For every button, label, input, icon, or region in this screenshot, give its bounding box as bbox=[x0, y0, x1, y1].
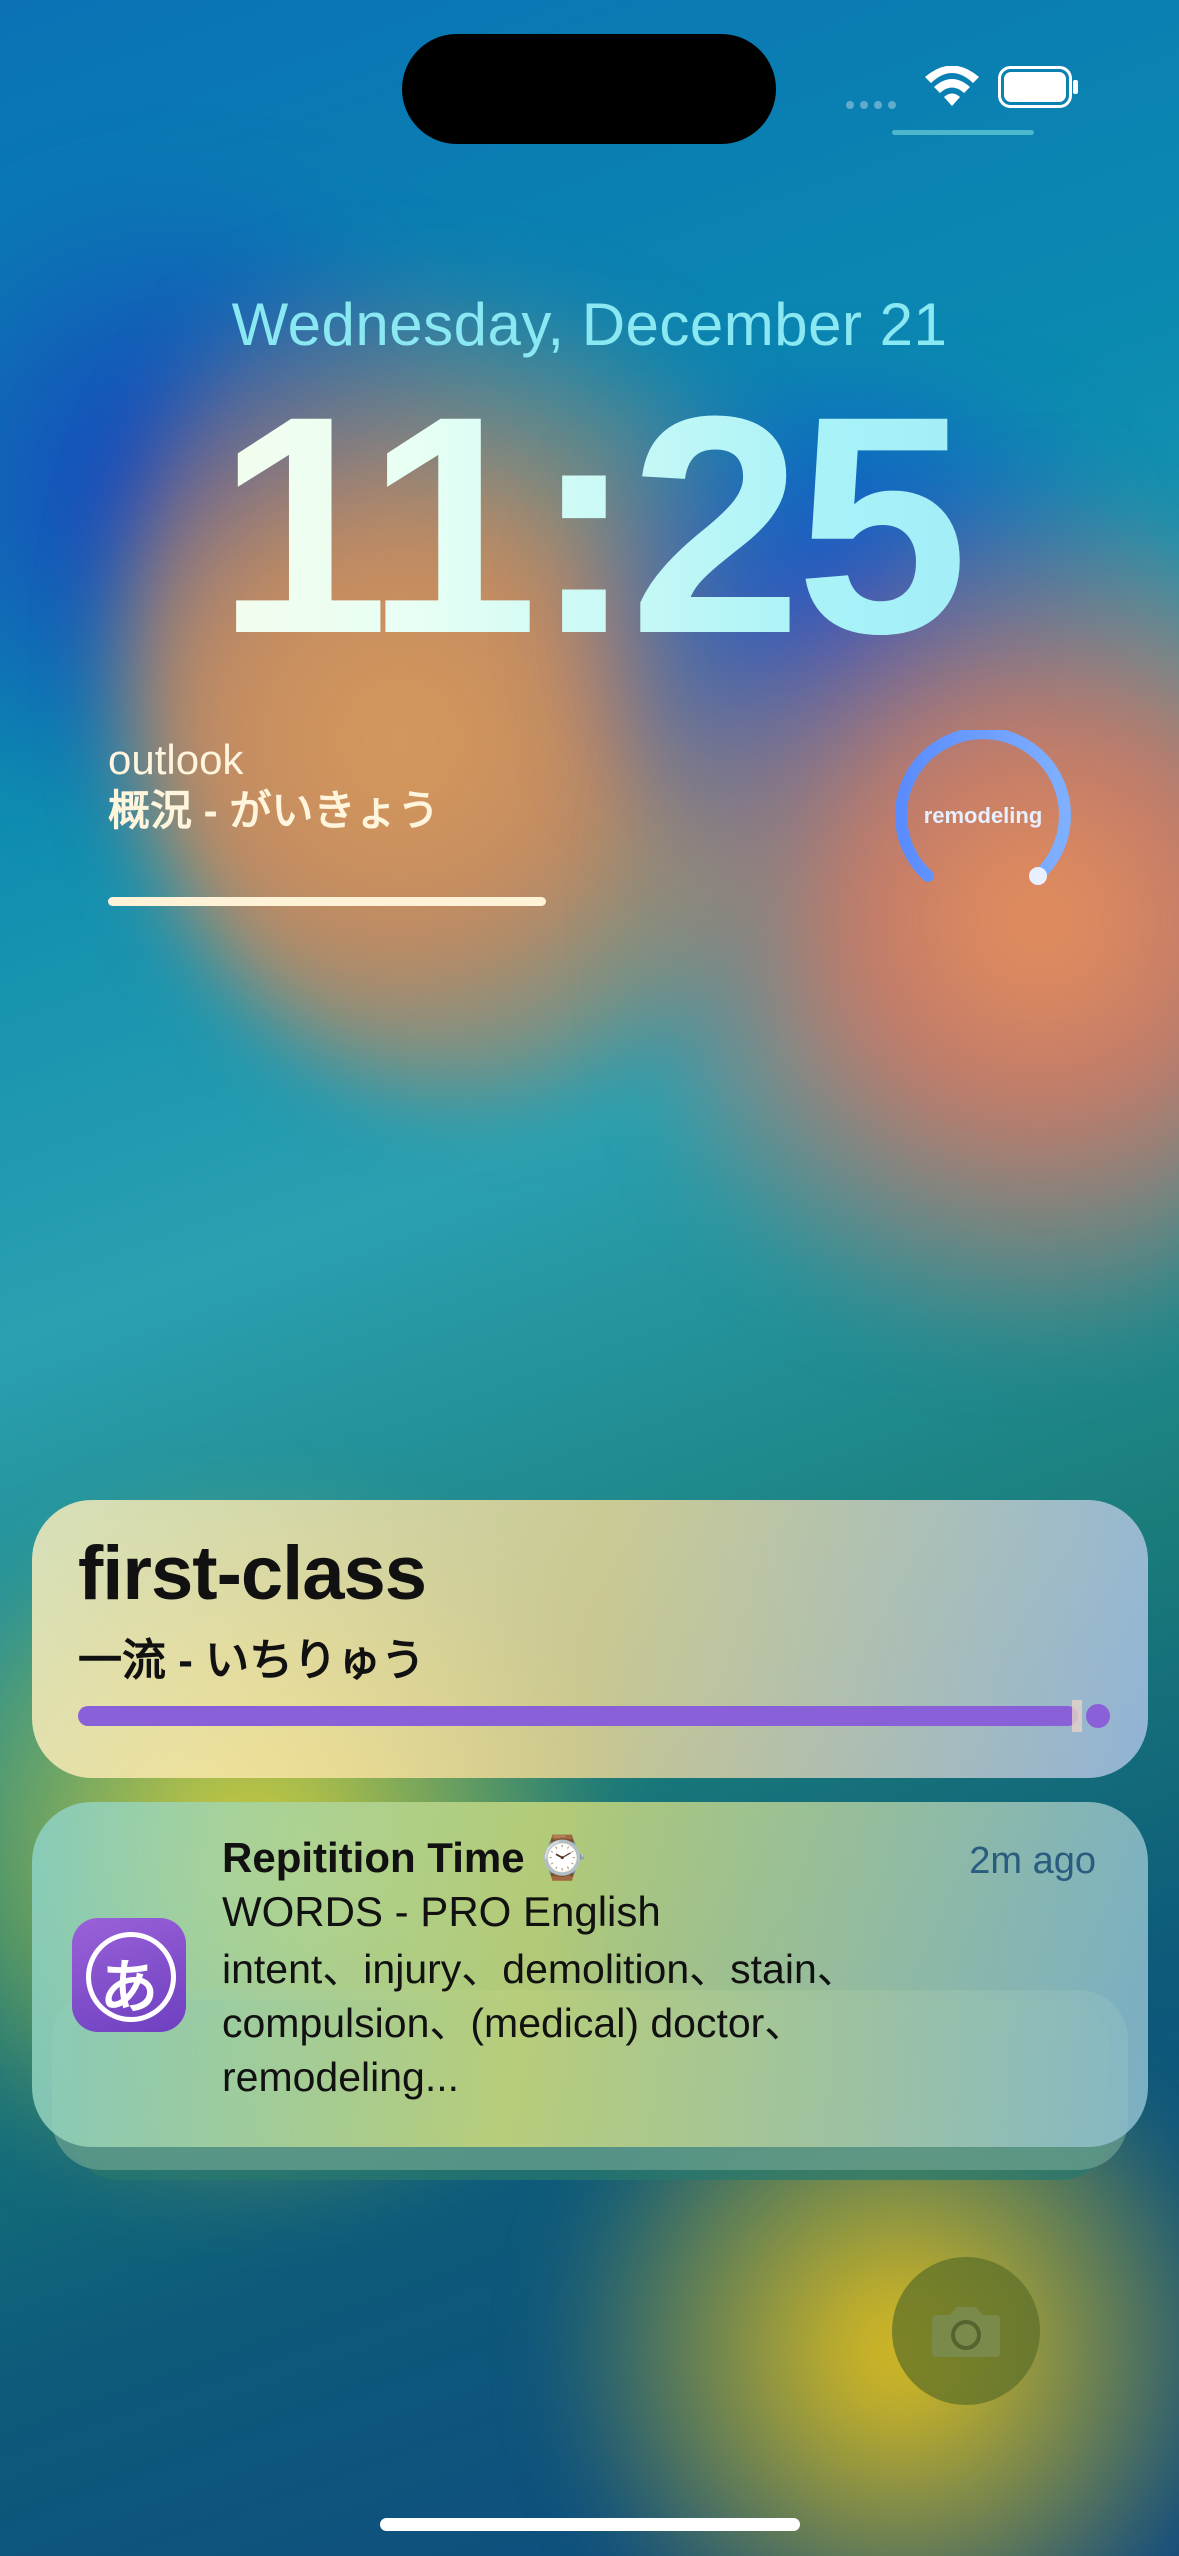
activity-subtitle: 一流 - いちりゅう bbox=[78, 1636, 426, 1685]
live-activity-card[interactable]: first-class 一流 - いちりゅう bbox=[32, 1500, 1148, 1778]
notification-time: 2m ago bbox=[969, 1840, 1096, 1882]
status-indicator-line bbox=[892, 130, 1034, 135]
word-japanese: 概況 - がいきょう bbox=[108, 787, 440, 835]
camera-icon bbox=[932, 2307, 1000, 2357]
battery-icon bbox=[998, 66, 1080, 113]
activity-title: first-class bbox=[78, 1531, 427, 1616]
word-widget[interactable]: outlook 概況 - がいきょう bbox=[108, 735, 568, 838]
gauge-label: remodeling bbox=[923, 803, 1043, 828]
word-progress-bar bbox=[108, 897, 546, 906]
lock-time: 11:25 bbox=[0, 370, 1179, 680]
notification-subtitle: WORDS - PRO English bbox=[222, 1888, 661, 1935]
notification-title: Repitition Time ⌚ bbox=[222, 1834, 589, 1881]
activity-progress-knob bbox=[1086, 1704, 1110, 1728]
signal-dots-icon bbox=[846, 96, 902, 114]
word-english: outlook bbox=[108, 736, 244, 783]
hiragana-a-icon: あ bbox=[72, 1918, 186, 2032]
home-indicator[interactable] bbox=[380, 2518, 800, 2531]
dynamic-island bbox=[402, 34, 776, 144]
wifi-icon bbox=[924, 65, 980, 113]
lock-date: Wednesday, December 21 bbox=[231, 291, 948, 358]
notification-card[interactable]: あ Repitition Time ⌚ 2m ago WORDS - PRO E… bbox=[32, 1802, 1148, 2147]
camera-button[interactable] bbox=[892, 2257, 1040, 2405]
activity-progress-bar bbox=[78, 1706, 1078, 1726]
notification-body: intent、injury、demolition、stain、compulsio… bbox=[222, 1946, 858, 2100]
